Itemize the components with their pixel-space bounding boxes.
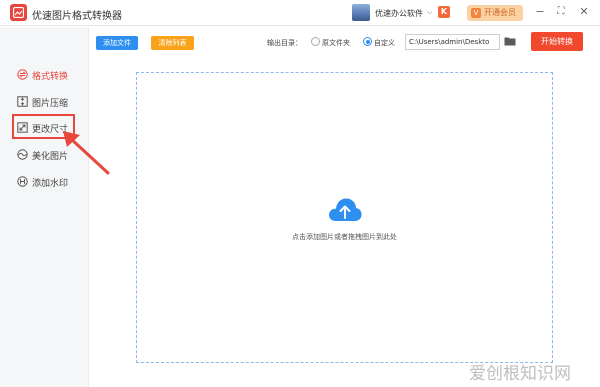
title-bar: 优速图片格式转换器 优速办公软件 ⌵ K V 开通会员 − ⛶ ✕	[0, 0, 600, 26]
clear-list-button[interactable]: 清除列表	[151, 36, 194, 50]
add-files-button[interactable]: 添加文件	[96, 36, 138, 50]
close-button[interactable]: ✕	[576, 4, 592, 20]
brand-avatar[interactable]	[352, 4, 370, 21]
sidebar-item-label: 格式转换	[32, 72, 69, 82]
chevron-down-icon[interactable]: ⌵	[427, 8, 432, 17]
vip-button[interactable]: V 开通会员	[467, 5, 523, 21]
app-title: 优速图片格式转换器	[32, 11, 122, 22]
compress-icon	[17, 96, 28, 107]
drop-zone[interactable]: 点击添加图片或者拖拽图片到此处	[136, 72, 553, 363]
maximize-button[interactable]: ⛶	[553, 4, 569, 20]
radio-original-label[interactable]: 原文件夹	[322, 38, 350, 48]
sidebar-item-label: 图片压缩	[32, 99, 69, 109]
brand-menu[interactable]: 优速办公软件	[375, 8, 423, 19]
watermark-icon	[17, 176, 28, 187]
vip-icon: V	[471, 8, 481, 18]
sidebar-item-label: 添加水印	[32, 179, 69, 189]
output-dir-label: 输出目录：	[267, 39, 302, 47]
folder-icon[interactable]	[504, 36, 516, 46]
output-path-field[interactable]: C:\Users\admin\Deskto	[405, 34, 500, 50]
annotation-arrow-icon	[63, 131, 110, 175]
cloud-upload-icon	[329, 198, 362, 221]
start-convert-button[interactable]: 开始转换	[531, 32, 583, 51]
vip-label: 开通会员	[484, 8, 516, 17]
brand-badge-icon[interactable]: K	[438, 6, 450, 18]
radio-custom-label[interactable]: 自定义	[374, 38, 395, 48]
radio-original-folder[interactable]	[311, 37, 320, 46]
beautify-icon	[17, 149, 28, 160]
convert-icon	[17, 69, 28, 80]
drop-hint-text: 点击添加图片或者拖拽图片到此处	[292, 233, 397, 241]
site-watermark: 爱创根知识网	[469, 364, 571, 384]
app-logo-icon	[10, 4, 27, 21]
minimize-button[interactable]: −	[532, 4, 548, 20]
radio-custom-folder[interactable]	[363, 37, 372, 46]
